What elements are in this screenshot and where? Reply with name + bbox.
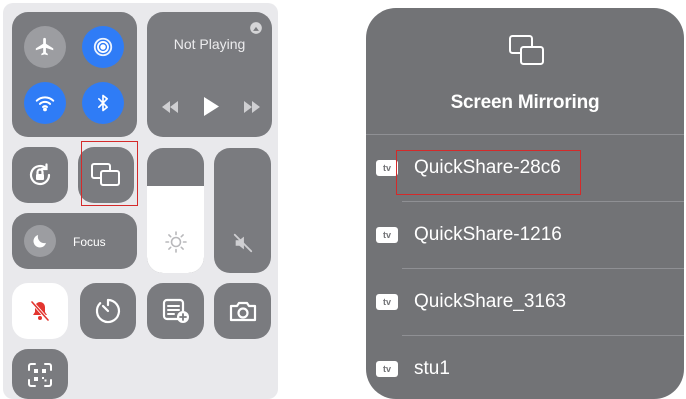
focus-icon-circle	[24, 225, 56, 257]
wifi-icon	[35, 96, 55, 112]
focus-button[interactable]: Focus	[12, 213, 137, 269]
device-row[interactable]: tv QuickShare_3163	[366, 269, 684, 335]
qr-scanner-icon	[28, 363, 52, 387]
screen-mirroring-panel: Screen Mirroring tv QuickShare-28c6 tv Q…	[366, 8, 684, 399]
rotation-lock-icon	[29, 163, 51, 186]
connectivity-tile	[12, 12, 137, 137]
camera-button[interactable]	[214, 283, 271, 339]
brightness-slider[interactable]	[147, 148, 204, 273]
bluetooth-icon	[98, 94, 108, 112]
camera-icon	[229, 301, 257, 322]
screen-mirroring-title: Screen Mirroring	[450, 92, 600, 113]
airdrop-button[interactable]	[82, 26, 124, 68]
now-playing-title: Not Playing	[173, 36, 246, 52]
airplay-icon[interactable]	[249, 21, 263, 35]
bell-slash-icon	[30, 300, 50, 322]
moon-icon	[33, 235, 46, 248]
device-name: stu1	[414, 358, 450, 379]
highlight-box-mirroring	[81, 141, 138, 206]
silent-mode-button[interactable]	[12, 283, 68, 339]
apple-tv-icon: tv	[376, 361, 398, 377]
now-playing-tile[interactable]: Not Playing	[147, 12, 272, 137]
airplane-icon	[35, 37, 54, 56]
timer-button[interactable]	[80, 283, 136, 339]
fast-forward-icon[interactable]	[243, 101, 261, 113]
screen-mirroring-header-icon	[509, 35, 544, 65]
play-icon[interactable]	[203, 97, 219, 116]
apple-tv-icon: tv	[376, 294, 398, 310]
speaker-muted-icon	[233, 233, 253, 253]
quick-note-button[interactable]	[147, 283, 204, 339]
airdrop-icon	[93, 37, 113, 57]
device-row[interactable]: tv QuickShare-1216	[366, 202, 684, 268]
rewind-icon[interactable]	[161, 101, 179, 113]
device-row[interactable]: tv stu1	[366, 336, 684, 399]
apple-tv-icon: tv	[376, 227, 398, 243]
device-name: QuickShare-1216	[414, 224, 562, 245]
control-center: Not Playing Focus	[3, 3, 278, 399]
rotation-lock-button[interactable]	[12, 147, 68, 203]
wifi-button[interactable]	[24, 82, 66, 124]
apple-tv-icon: tv	[376, 160, 398, 176]
quick-note-icon	[162, 298, 189, 323]
device-name: QuickShare_3163	[414, 291, 567, 312]
timer-icon	[95, 298, 121, 324]
bluetooth-button[interactable]	[82, 82, 124, 124]
code-scanner-button[interactable]	[12, 349, 68, 399]
sun-icon	[165, 231, 187, 253]
airplane-mode-button[interactable]	[24, 26, 66, 68]
volume-slider[interactable]	[214, 148, 271, 273]
focus-label: Focus	[73, 235, 106, 249]
highlight-box-device	[396, 150, 581, 195]
